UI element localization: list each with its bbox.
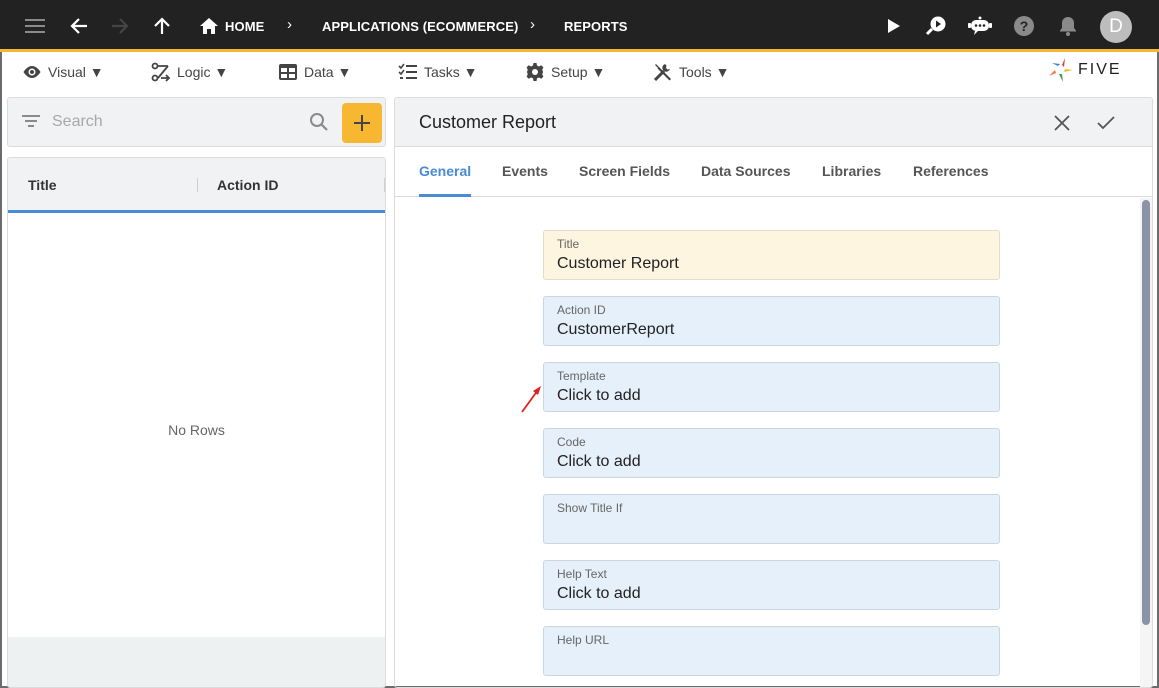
menu-tools-label: Tools ▼ [679, 64, 730, 80]
field-code[interactable]: Code Click to add [543, 428, 1000, 478]
field-value: Customer Report [557, 255, 679, 272]
search-play-icon[interactable] [924, 14, 948, 38]
add-button[interactable] [342, 103, 382, 143]
menu-setup[interactable]: Setup ▼ [525, 62, 605, 82]
form-tabs: General Events Screen Fields Data Source… [395, 148, 1152, 197]
column-header-action-id[interactable]: Action ID [217, 177, 278, 193]
breadcrumb-applications[interactable]: APPLICATIONS (ECOMMERCE) [322, 19, 518, 34]
grid-header: Title Action ID [8, 158, 385, 213]
gear-icon [526, 63, 544, 81]
up-arrow-icon[interactable] [150, 14, 174, 38]
back-arrow-icon[interactable] [67, 14, 91, 38]
chat-bot-icon[interactable] [968, 14, 992, 38]
top-bar: HOME › APPLICATIONS (ECOMMERCE) › REPORT… [0, 0, 1159, 52]
active-tab-indicator [419, 194, 471, 197]
home-icon[interactable] [197, 14, 221, 38]
tab-libraries[interactable]: Libraries [822, 163, 881, 179]
eye-icon [23, 66, 41, 78]
menu-tasks-label: Tasks ▼ [424, 64, 478, 80]
tab-general[interactable]: General [419, 163, 471, 179]
breadcrumb-home[interactable]: HOME [225, 19, 264, 34]
field-label: Help Text [557, 567, 607, 581]
column-divider[interactable] [384, 178, 385, 192]
menu-data[interactable]: Data ▼ [278, 62, 351, 82]
column-header-title[interactable]: Title [28, 177, 57, 193]
field-title[interactable]: Title Customer Report [543, 230, 1000, 280]
tab-data-sources[interactable]: Data Sources [701, 163, 790, 179]
menu-icon[interactable] [23, 14, 47, 38]
forward-arrow-icon [108, 14, 132, 38]
field-help-url[interactable]: Help URL [543, 626, 1000, 676]
menu-data-label: Data ▼ [304, 64, 352, 80]
field-value: CustomerReport [557, 321, 675, 338]
field-template[interactable]: Template Click to add [543, 362, 1000, 412]
breadcrumb-reports[interactable]: REPORTS [564, 19, 628, 34]
five-logo-text: FIVE [1078, 61, 1122, 78]
chevron-right-icon: › [287, 16, 292, 33]
tab-screen-fields[interactable]: Screen Fields [579, 163, 670, 179]
play-icon[interactable] [881, 14, 905, 38]
field-value: Click to add [557, 453, 641, 470]
menu-tasks[interactable]: Tasks ▼ [398, 62, 478, 82]
form-panel: Customer Report General Events Screen Fi… [394, 97, 1153, 688]
table-icon [279, 64, 297, 80]
field-label: Title [557, 237, 580, 251]
filter-icon[interactable] [22, 114, 40, 128]
menu-logic[interactable]: Logic ▼ [151, 62, 228, 82]
five-logo: FIVE [1048, 57, 1122, 83]
close-icon [1054, 115, 1070, 131]
search-bar [7, 97, 386, 147]
five-logo-icon [1049, 58, 1073, 82]
field-show-title-if[interactable]: Show Title If [543, 494, 1000, 544]
annotation-arrow-icon [521, 386, 541, 413]
tab-references[interactable]: References [913, 163, 989, 179]
field-help-text[interactable]: Help Text Click to add [543, 560, 1000, 610]
field-label: Show Title If [557, 501, 623, 515]
check-icon [1097, 116, 1115, 130]
field-value: Click to add [557, 387, 641, 404]
form-title: Customer Report [419, 112, 557, 132]
form-header: Customer Report [395, 98, 1152, 147]
menu-visual[interactable]: Visual ▼ [22, 62, 104, 82]
chevron-right-icon: › [530, 16, 535, 33]
menu-tools[interactable]: Tools ▼ [653, 62, 729, 82]
empty-state: No Rows [168, 422, 225, 438]
field-action-id[interactable]: Action ID CustomerReport [543, 296, 1000, 346]
menu-logic-label: Logic ▼ [177, 64, 229, 80]
tab-events[interactable]: Events [502, 163, 548, 179]
form-scrollbar[interactable] [1140, 198, 1152, 687]
close-button[interactable] [1049, 110, 1075, 136]
svg-text:?: ? [1020, 18, 1029, 34]
checklist-icon [398, 63, 417, 79]
list-grid: Title Action ID No Rows [7, 157, 386, 688]
search-icon[interactable] [309, 112, 329, 132]
save-button[interactable] [1093, 110, 1119, 136]
menu-setup-label: Setup ▼ [551, 64, 606, 80]
menu-visual-label: Visual ▼ [48, 64, 104, 80]
menu-bar: Visual ▼ Logic ▼ Data ▼ Tasks ▼ Setup ▼ … [0, 55, 1159, 89]
field-value: Click to add [557, 585, 641, 602]
scrollbar-thumb[interactable] [1142, 200, 1150, 625]
logic-flow-icon [151, 62, 171, 82]
plus-icon [354, 115, 370, 131]
grid-footer [8, 637, 385, 687]
user-avatar[interactable]: D [1100, 11, 1132, 43]
tools-icon [653, 64, 671, 82]
field-label: Template [557, 369, 606, 383]
help-icon[interactable]: ? [1012, 14, 1036, 38]
field-label: Action ID [557, 303, 606, 317]
column-divider[interactable] [197, 178, 198, 192]
field-label: Help URL [557, 633, 610, 647]
search-input[interactable] [52, 111, 302, 133]
bell-icon[interactable] [1056, 14, 1080, 38]
field-label: Code [557, 435, 586, 449]
